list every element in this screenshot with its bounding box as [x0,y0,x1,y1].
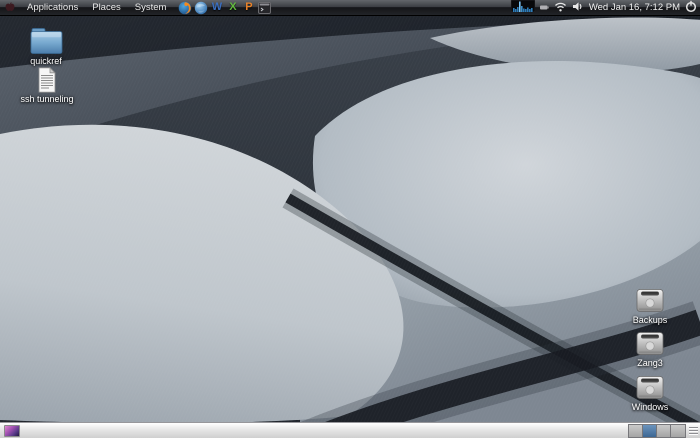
workspace-cell[interactable] [643,425,657,437]
system-monitor-icon[interactable] [511,0,535,15]
panel-drag-handle[interactable] [689,425,698,437]
desktop-icon-quickref[interactable]: quickref [10,27,82,66]
workspace-cell[interactable] [657,425,671,437]
battery-icon[interactable] [540,2,549,13]
system-tray: Wed Jan 16, 7:12 PM [511,0,700,16]
workspace-cell[interactable] [629,425,643,437]
hard-disk-icon [635,330,665,357]
drive-label: Zang3 [637,358,663,368]
panel-launchers: W X P [177,0,272,15]
power-icon[interactable] [685,0,697,16]
bottom-panel [0,422,700,438]
desktop-icon-label: ssh tunneling [20,94,73,104]
volume-icon[interactable] [572,1,584,15]
folder-icon [30,27,63,55]
desktop-screen: Applications Places System [0,0,700,438]
desktop-icon-drive-windows[interactable]: Windows [614,374,686,412]
hard-disk-icon [635,287,665,314]
desktop-icon-drive-backups[interactable]: Backups [614,287,686,325]
show-desktop-icon [4,425,20,437]
workspace-switcher [628,424,686,438]
menu-places[interactable]: Places [85,0,128,16]
workspace-cell[interactable] [671,425,685,437]
terminal-icon[interactable] [257,0,272,15]
desktop-icon-drive-zang3[interactable]: Zang3 [614,330,686,368]
menu-applications[interactable]: Applications [20,0,85,16]
desktop-icon-label: quickref [30,56,62,66]
powerpoint-icon[interactable]: P [241,0,256,15]
panel-clock[interactable]: Wed Jan 16, 7:12 PM [589,2,680,13]
drive-label: Backups [633,315,668,325]
excel-icon[interactable]: X [225,0,240,15]
show-desktop-button[interactable] [3,424,20,437]
firefox-icon[interactable] [177,0,192,15]
wifi-icon[interactable] [554,1,567,15]
powerpoint-glyph: P [245,2,252,13]
word-icon[interactable]: W [209,0,224,15]
hard-disk-icon [635,374,665,401]
desktop-icon-ssh-tunneling[interactable]: ssh tunneling [11,67,83,104]
main-menu-apple-icon[interactable] [3,1,16,14]
drive-label: Windows [632,402,669,412]
excel-glyph: X [229,2,236,13]
desktop-wallpaper[interactable] [0,16,700,422]
web-browser-icon[interactable] [193,0,208,15]
text-document-icon [36,67,58,93]
menu-system[interactable]: System [128,0,174,16]
top-panel: Applications Places System [0,0,700,16]
word-glyph: W [212,2,222,13]
